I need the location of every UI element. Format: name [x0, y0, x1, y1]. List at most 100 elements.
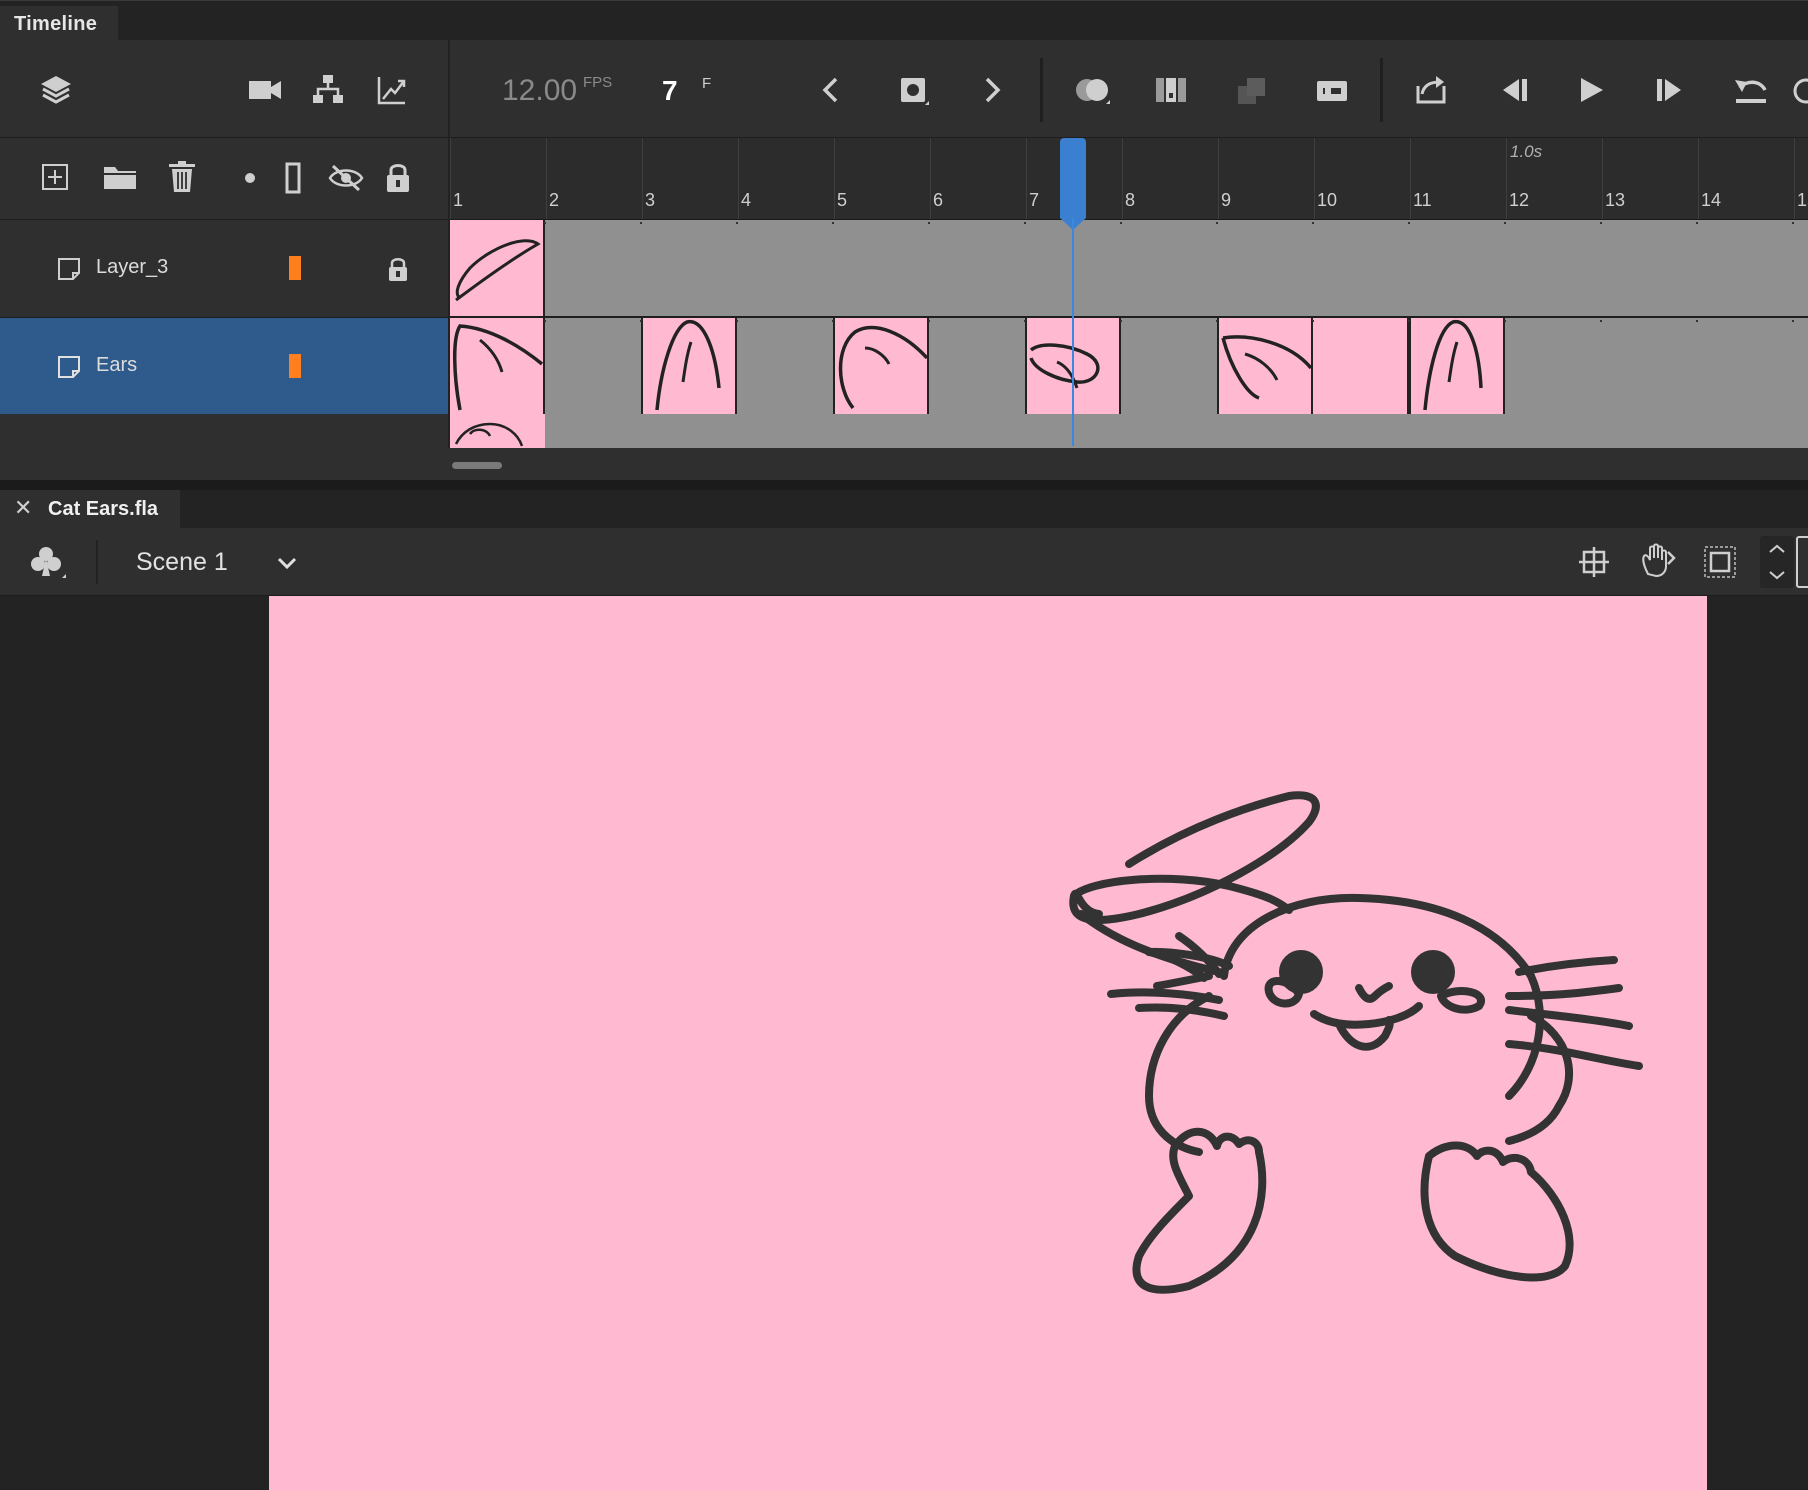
keyframe[interactable] — [1409, 318, 1505, 414]
frame-marker — [1216, 320, 1218, 322]
frame-marker — [1024, 320, 1026, 322]
symbol-icon[interactable] — [26, 542, 70, 582]
onion-skin-icon[interactable] — [1072, 72, 1114, 110]
ruler-tick — [1122, 138, 1123, 219]
layer-lock-icon[interactable] — [384, 254, 412, 284]
visibility-off-icon[interactable] — [326, 160, 366, 196]
clip-content-icon[interactable] — [1700, 542, 1740, 582]
ruler-frame-number[interactable]: 6 — [933, 190, 943, 211]
edit-multiple-frames-icon[interactable] — [1152, 72, 1192, 110]
ruler-frame-number[interactable]: 1 — [453, 190, 463, 211]
dot-icon[interactable] — [240, 168, 260, 188]
frame-marker — [1504, 222, 1506, 224]
frame-marker — [1792, 320, 1794, 322]
partial-layer-frames[interactable] — [450, 414, 1808, 448]
document-title[interactable]: Cat Ears.fla — [48, 498, 158, 521]
frame-marker — [544, 320, 546, 322]
playhead-line[interactable] — [1072, 218, 1074, 446]
layer-row-ears[interactable]: Ears — [0, 318, 448, 416]
timeline-scrollbar-thumb[interactable] — [452, 462, 502, 469]
ears-frames[interactable] — [450, 318, 1808, 416]
new-layer-icon[interactable] — [38, 160, 72, 194]
lock-icon[interactable] — [382, 158, 414, 196]
current-frame-value[interactable]: 7 — [662, 75, 678, 107]
frame-ruler[interactable]: 1.0s 123456789101112131415 — [450, 138, 1808, 220]
ruler-frame-number[interactable]: 3 — [645, 190, 655, 211]
layer-name[interactable]: Ears — [96, 354, 137, 377]
ruler-frame-number[interactable]: 8 — [1125, 190, 1135, 211]
layer-color-tag[interactable] — [289, 256, 301, 280]
camera-icon[interactable] — [245, 72, 285, 108]
undo-icon[interactable] — [1730, 70, 1772, 110]
document-tab[interactable]: ✕ Cat Ears.fla — [0, 490, 180, 528]
fps-value[interactable]: 12.00 — [502, 74, 577, 108]
keyframe[interactable] — [1313, 318, 1409, 414]
zoom-stepper[interactable] — [1760, 536, 1794, 588]
ruler-tick — [738, 138, 739, 219]
layer-row-layer3[interactable]: Layer_3 — [0, 220, 448, 318]
layer-row-partial[interactable] — [0, 414, 448, 448]
layer-type-icon — [56, 256, 82, 282]
layer-panel-footer — [0, 448, 448, 480]
more-controls-icon[interactable] — [1786, 74, 1808, 108]
stage-canvas[interactable] — [269, 596, 1707, 1490]
ruler-frame-number[interactable]: 13 — [1605, 190, 1625, 211]
export-icon[interactable] — [1412, 70, 1452, 110]
frame-marker — [1504, 320, 1506, 322]
ruler-frame-number[interactable]: 5 — [837, 190, 847, 211]
ruler-frame-number[interactable]: 4 — [741, 190, 751, 211]
layer-type-icon — [56, 354, 82, 380]
ruler-frame-number[interactable]: 14 — [1701, 190, 1721, 211]
scene-name[interactable]: Scene 1 — [136, 548, 228, 577]
new-folder-icon[interactable] — [100, 160, 140, 194]
ruler-tick — [546, 138, 547, 219]
ruler-tick — [1602, 138, 1603, 219]
frame-marker — [736, 222, 738, 224]
layer-name[interactable]: Layer_3 — [96, 256, 168, 279]
next-keyframe-icon[interactable] — [978, 72, 1008, 108]
close-icon[interactable]: ✕ — [14, 495, 32, 521]
frame-marker — [1696, 222, 1698, 224]
ruler-tick — [642, 138, 643, 219]
loop-icon[interactable] — [1312, 72, 1352, 110]
scene-bar: Scene 1 — [0, 528, 1808, 596]
cat-drawing[interactable] — [269, 596, 1707, 1490]
frame-marker — [832, 222, 834, 224]
graph-icon[interactable] — [374, 72, 410, 108]
parenting-icon[interactable] — [310, 70, 346, 108]
paste-frames-icon[interactable] — [1232, 72, 1272, 110]
ruler-tick — [1314, 138, 1315, 219]
ruler-frame-number[interactable]: 9 — [1221, 190, 1231, 211]
ruler-frame-number[interactable]: 7 — [1029, 190, 1039, 211]
ruler-frame-number[interactable]: 10 — [1317, 190, 1337, 211]
layers-icon[interactable] — [36, 70, 76, 110]
layer3-frames[interactable] — [450, 220, 1808, 318]
center-stage-icon[interactable] — [1574, 542, 1614, 582]
outline-icon[interactable] — [280, 160, 306, 196]
keyframe[interactable] — [641, 318, 737, 414]
keyframe[interactable] — [450, 220, 545, 316]
prev-keyframe-icon[interactable] — [815, 72, 845, 108]
zoom-field[interactable] — [1796, 536, 1808, 588]
ruler-frame-number[interactable]: 2 — [549, 190, 559, 211]
frame-marker — [1312, 320, 1314, 322]
hand-tool-icon[interactable] — [1636, 540, 1678, 582]
step-back-icon[interactable] — [1494, 72, 1534, 108]
ruler-frame-number[interactable]: 11 — [1413, 190, 1432, 211]
frame-marker — [832, 320, 834, 322]
layer-color-tag[interactable] — [289, 354, 301, 378]
keyframe[interactable] — [833, 318, 929, 414]
playhead[interactable] — [1060, 138, 1086, 230]
delete-icon[interactable] — [164, 158, 200, 196]
ruler-frame-number[interactable]: 15 — [1797, 190, 1808, 211]
chevron-down-icon[interactable] — [272, 548, 302, 578]
play-icon[interactable] — [1572, 72, 1612, 108]
timeline-tab[interactable]: Timeline — [0, 6, 118, 41]
keyframe[interactable] — [1217, 318, 1313, 414]
fps-unit: FPS — [583, 74, 613, 91]
keyframe[interactable] — [450, 414, 545, 448]
keyframe[interactable] — [450, 318, 545, 414]
step-forward-icon[interactable] — [1650, 72, 1690, 108]
ruler-frame-number[interactable]: 12 — [1509, 190, 1529, 211]
insert-keyframe-icon[interactable] — [895, 72, 933, 110]
